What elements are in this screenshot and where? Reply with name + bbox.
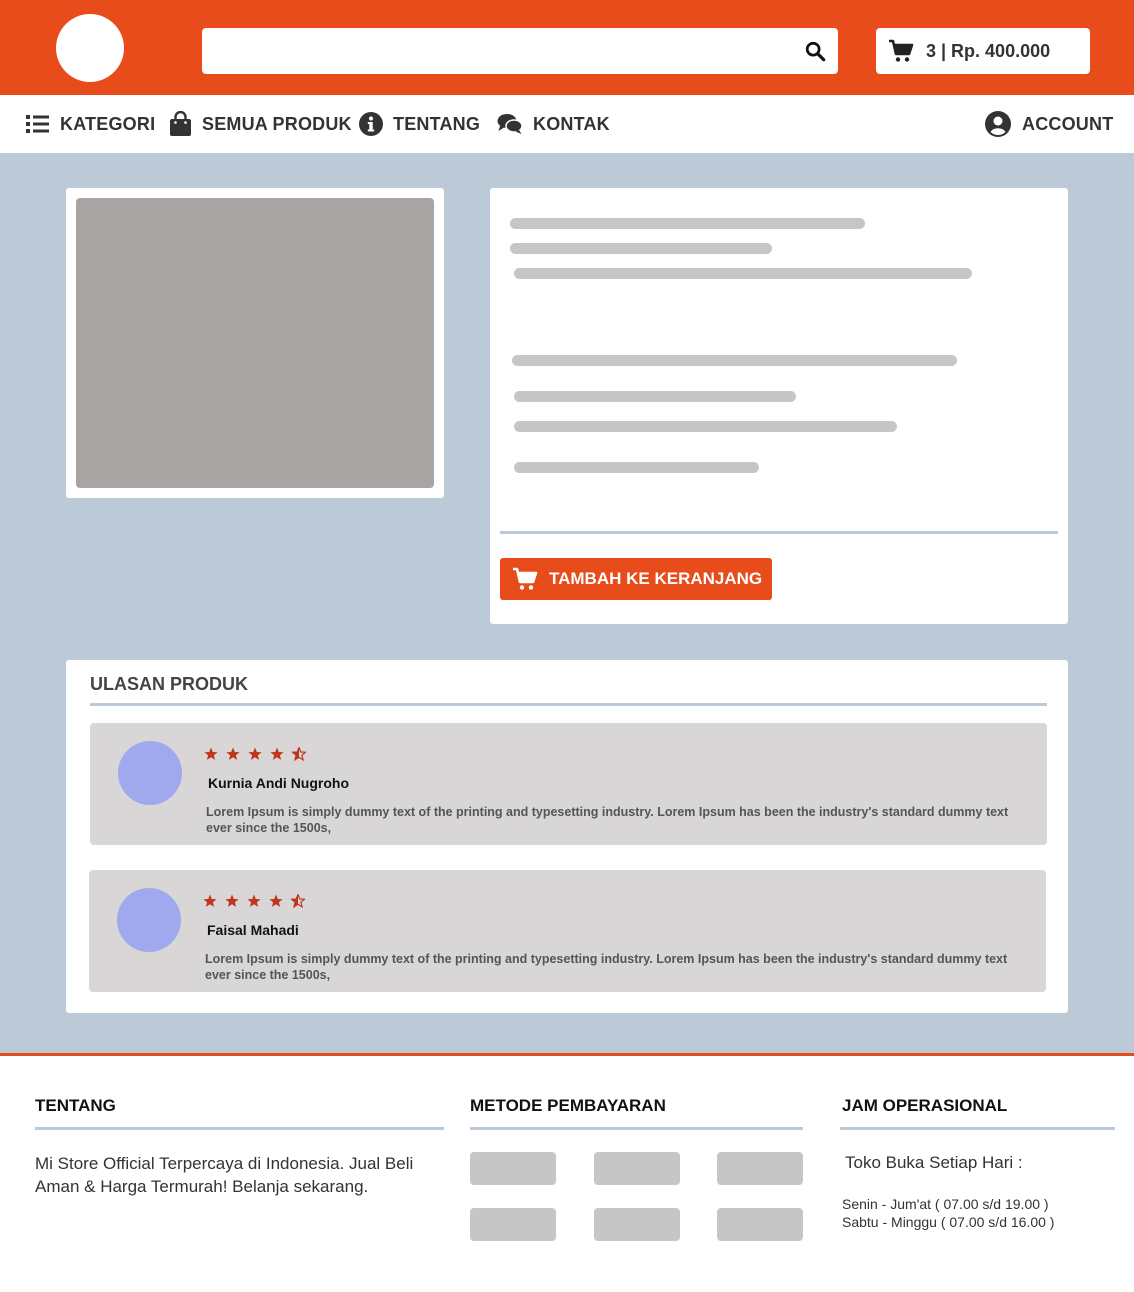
reviews-section: ULASAN PRODUK Kurnia Andi Nugroho Lorem … xyxy=(66,660,1068,1013)
product-detail-placeholder xyxy=(514,462,759,473)
nav-account[interactable]: ACCOUNT xyxy=(985,95,1113,153)
payment-method-logo xyxy=(594,1208,680,1241)
star-rating xyxy=(204,747,306,761)
review-card: Kurnia Andi Nugroho Lorem Ipsum is simpl… xyxy=(90,723,1047,845)
search-icon[interactable] xyxy=(804,40,826,62)
nav-tentang[interactable]: TENTANG xyxy=(359,95,480,153)
product-info-card: TAMBAH KE KERANJANG xyxy=(490,188,1068,624)
add-to-cart-button[interactable]: TAMBAH KE KERANJANG xyxy=(500,558,772,600)
reviewer-avatar xyxy=(117,888,181,952)
product-image-card xyxy=(66,188,444,498)
star-full-icon xyxy=(269,894,283,907)
review-card: Faisal Mahadi Lorem Ipsum is simply dumm… xyxy=(89,870,1046,992)
star-full-icon xyxy=(204,747,218,760)
user-avatar-icon xyxy=(985,111,1011,137)
review-text: Lorem Ipsum is simply dummy text of the … xyxy=(205,952,1008,982)
footer-divider xyxy=(0,1053,1134,1056)
divider xyxy=(35,1127,444,1130)
store-logo[interactable] xyxy=(56,14,124,82)
payment-method-logo xyxy=(717,1208,803,1241)
product-image[interactable] xyxy=(76,198,434,488)
nav-semua-produk[interactable]: SEMUA PRODUK xyxy=(169,95,352,153)
hours-weekday: Senin - Jum'at ( 07.00 s/d 19.00 ) xyxy=(842,1196,1049,1212)
star-rating xyxy=(203,894,305,908)
product-subtitle-placeholder xyxy=(510,243,772,254)
payment-method-logo xyxy=(594,1152,680,1185)
star-half-icon xyxy=(291,894,305,908)
footer-hours-title: JAM OPERASIONAL xyxy=(842,1096,1008,1115)
star-full-icon xyxy=(225,894,239,907)
info-icon xyxy=(359,112,383,136)
divider xyxy=(90,703,1047,706)
shopping-bag-icon xyxy=(170,111,191,136)
star-half-icon xyxy=(292,747,306,761)
product-detail-placeholder xyxy=(514,421,897,432)
reviewer-name: Kurnia Andi Nugroho xyxy=(208,775,350,791)
nav-account-label: ACCOUNT xyxy=(1022,113,1114,134)
cart-icon xyxy=(889,39,914,62)
product-area: TAMBAH KE KERANJANG ULASAN PRODUK Kurnia… xyxy=(0,153,1134,1053)
divider xyxy=(470,1127,803,1130)
nav-kategori-label: KATEGORI xyxy=(60,113,156,134)
reviews-title: ULASAN PRODUK xyxy=(90,674,249,694)
product-name-placeholder xyxy=(510,218,865,229)
divider xyxy=(840,1127,1115,1130)
nav-tentang-label: TENTANG xyxy=(393,113,481,134)
star-full-icon xyxy=(270,747,284,760)
cart-summary: 3 | Rp. 400.000 xyxy=(926,40,1051,61)
footer-payment-title: METODE PEMBAYARAN xyxy=(470,1096,666,1115)
payment-method-logo xyxy=(470,1152,556,1185)
footer-tentang-title: TENTANG xyxy=(35,1096,116,1115)
product-detail-placeholder xyxy=(514,391,796,402)
top-header: 3 | Rp. 400.000 xyxy=(0,0,1134,95)
footer-tentang-text: Mi Store Official Terpercaya di Indonesi… xyxy=(35,1154,414,1196)
chat-icon xyxy=(497,114,523,134)
star-full-icon xyxy=(247,894,261,907)
nav-kontak-label: KONTAK xyxy=(533,113,610,134)
list-icon xyxy=(26,115,49,133)
star-full-icon xyxy=(226,747,240,760)
nav-kategori[interactable]: KATEGORI xyxy=(26,95,155,153)
nav-semua-produk-label: SEMUA PRODUK xyxy=(202,113,352,134)
hours-intro: Toko Buka Setiap Hari : xyxy=(845,1153,1023,1172)
star-full-icon xyxy=(248,747,262,760)
hours-weekend: Sabtu - Minggu ( 07.00 s/d 16.00 ) xyxy=(842,1214,1055,1230)
cart-icon xyxy=(513,567,538,590)
cart-button[interactable]: 3 | Rp. 400.000 xyxy=(876,28,1090,74)
payment-method-logo xyxy=(717,1152,803,1185)
reviewer-avatar xyxy=(118,741,182,805)
reviewer-name: Faisal Mahadi xyxy=(207,922,299,938)
nav-bar: KATEGORI SEMUA PRODUK TENTANG KONTAK ACC… xyxy=(0,95,1134,153)
search-input[interactable] xyxy=(202,28,838,74)
star-full-icon xyxy=(203,894,217,907)
divider xyxy=(500,531,1058,534)
review-text: Lorem Ipsum is simply dummy text of the … xyxy=(206,805,1009,835)
payment-method-logo xyxy=(470,1208,556,1241)
nav-kontak[interactable]: KONTAK xyxy=(497,95,610,153)
add-to-cart-label: TAMBAH KE KERANJANG xyxy=(549,569,763,588)
product-detail-placeholder xyxy=(512,355,957,366)
product-price-placeholder xyxy=(514,268,972,279)
